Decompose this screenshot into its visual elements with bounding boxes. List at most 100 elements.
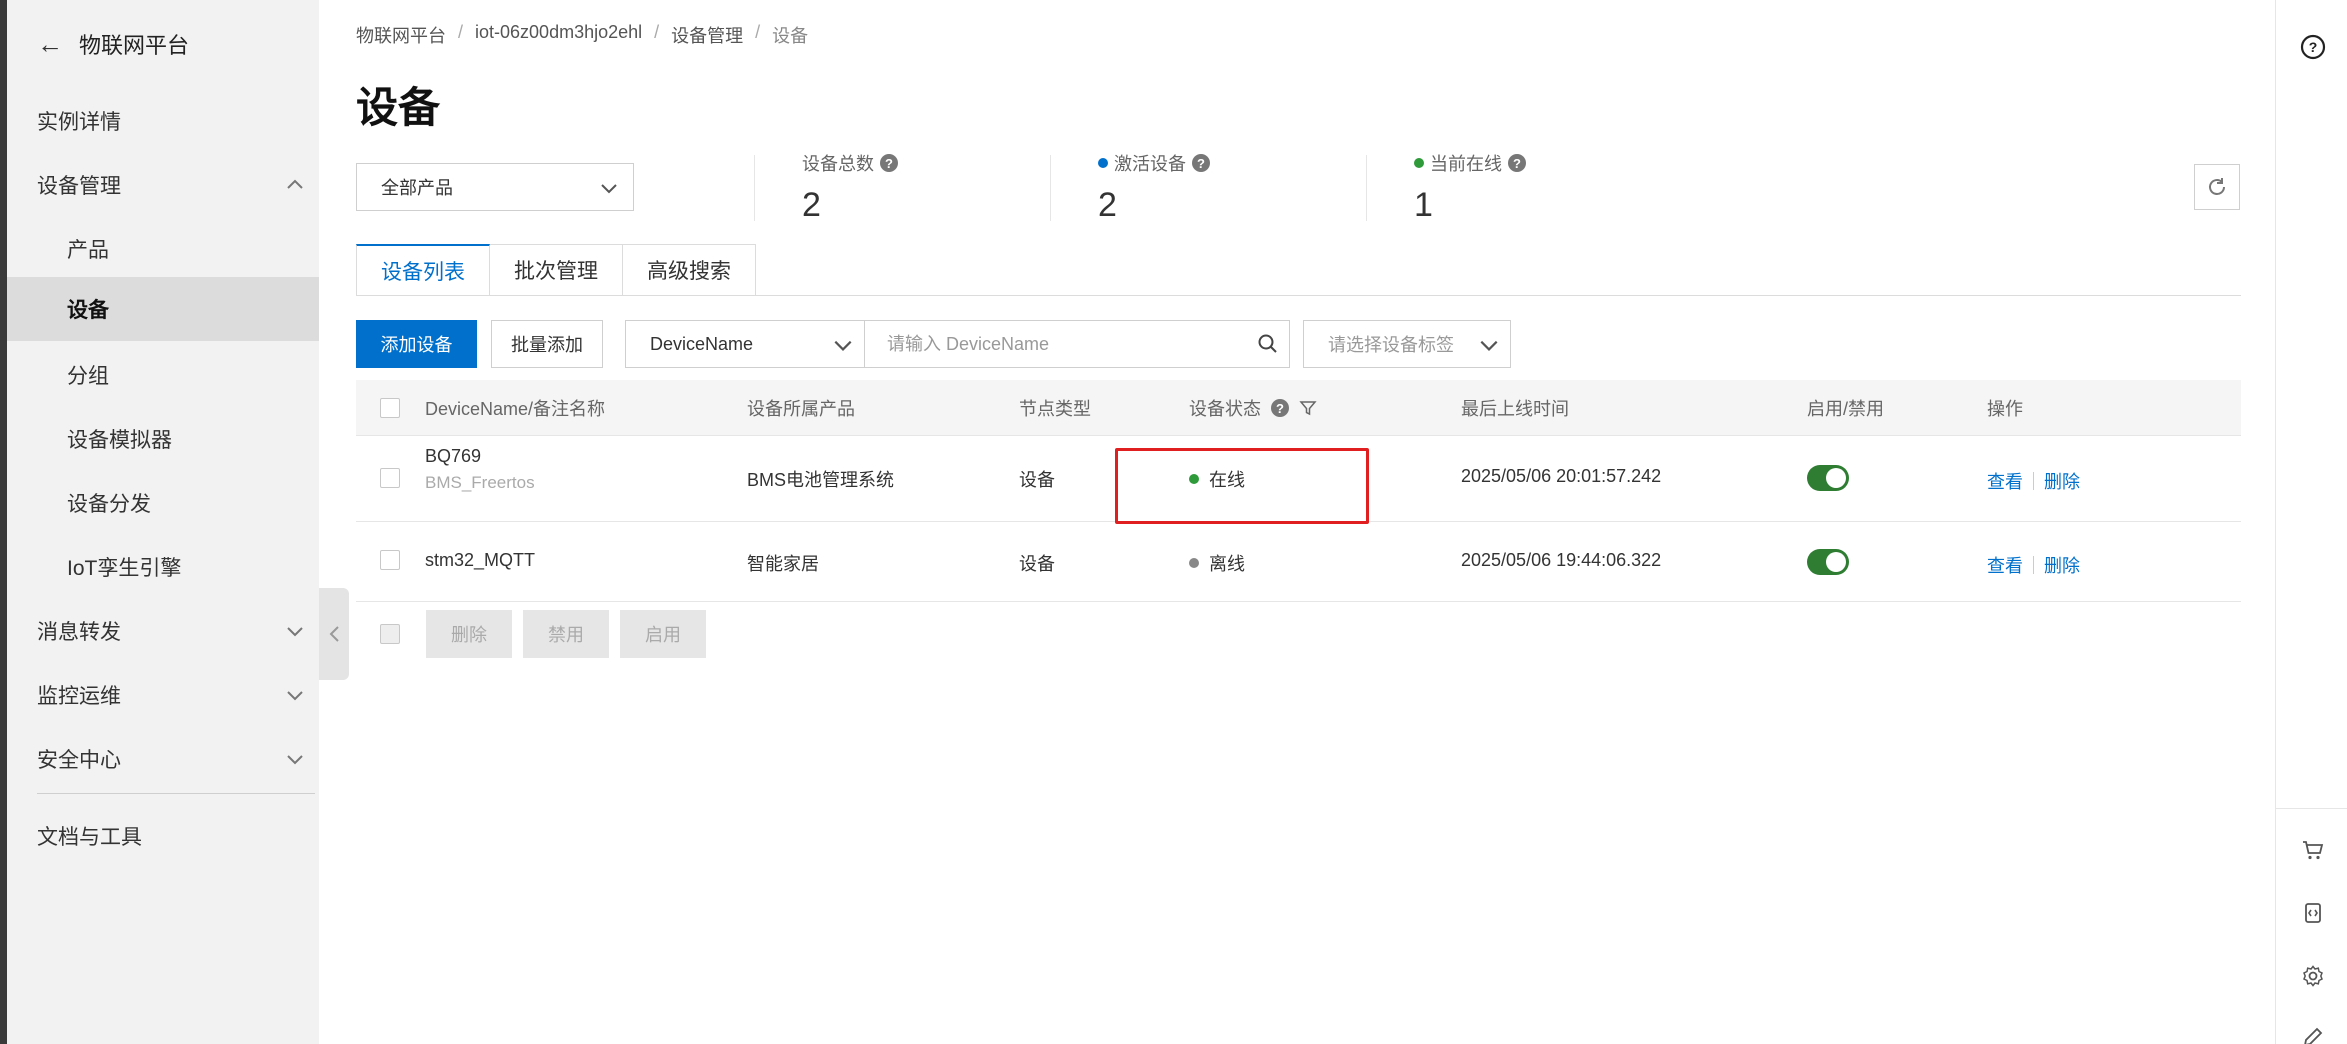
select-all-checkbox[interactable]: [380, 380, 400, 436]
arrow-left-icon[interactable]: ←: [37, 29, 63, 60]
row-actions: 查看 删除: [1987, 468, 2080, 494]
batch-add-button[interactable]: 批量添加: [491, 320, 603, 368]
breadcrumb-current: 设备: [772, 26, 809, 46]
help-icon[interactable]: ?: [1192, 154, 1210, 172]
chevron-up-icon[interactable]: [285, 175, 305, 195]
row-checkbox[interactable]: [380, 468, 400, 488]
breadcrumb-separator: /: [654, 22, 660, 42]
breadcrumb-separator: /: [458, 22, 464, 42]
search-field-select[interactable]: DeviceName: [625, 320, 865, 368]
last-online-time: 2025/05/06 19:44:06.322: [1461, 550, 1662, 570]
sidebar-item-device-distribution[interactable]: 设备分发: [7, 471, 319, 535]
breadcrumb-item[interactable]: iot-06z00dm3hjo2ehl: [475, 22, 642, 48]
bulk-select-checkbox[interactable]: [380, 624, 400, 644]
sidebar-item-products[interactable]: 产品: [7, 217, 319, 281]
device-tag-select[interactable]: 请选择设备标签: [1303, 320, 1511, 368]
help-icon[interactable]: ?: [1508, 154, 1526, 172]
sidebar-item-device-management[interactable]: 设备管理: [7, 153, 319, 217]
help-icon[interactable]: ?: [880, 154, 898, 172]
status-dot: [1414, 158, 1424, 168]
tab-bar: 设备列表 批次管理 高级搜索: [356, 244, 756, 296]
sidebar-header[interactable]: ← 物联网平台: [37, 26, 189, 62]
device-product: 智能家居: [747, 554, 819, 574]
tab-advanced-search[interactable]: 高级搜索: [623, 244, 756, 296]
chevron-down-icon[interactable]: [285, 685, 305, 705]
refresh-button[interactable]: [2194, 164, 2240, 210]
edit-icon[interactable]: [2298, 1022, 2328, 1044]
sidebar-item-docs-tools[interactable]: 文档与工具: [7, 804, 319, 868]
column-header: 设备所属产品: [747, 399, 855, 419]
device-name-cell: BQ769 BMS_Freertos: [425, 446, 535, 493]
sidebar-divider: [37, 793, 315, 794]
sidebar-item-devices[interactable]: 设备: [7, 277, 319, 341]
sidebar-item-instance-detail[interactable]: 实例详情: [7, 89, 319, 153]
help-icon[interactable]: ?: [1271, 399, 1289, 417]
enable-toggle[interactable]: [1807, 549, 1849, 575]
column-header: 节点类型: [1019, 399, 1091, 419]
breadcrumb-item[interactable]: 设备管理: [671, 22, 743, 48]
sidebar-collapse-handle[interactable]: [319, 588, 349, 680]
view-link[interactable]: 查看: [1987, 552, 2023, 578]
sidebar-item-message-forwarding[interactable]: 消息转发: [7, 599, 319, 663]
search-box: [864, 320, 1290, 368]
device-name[interactable]: BQ769: [425, 446, 481, 467]
chevron-down-icon: [834, 340, 852, 351]
gear-icon[interactable]: [2298, 961, 2328, 991]
column-header-status: 设备状态 ?: [1189, 380, 1317, 436]
filter-icon[interactable]: [1299, 399, 1317, 417]
bulk-actions-bar: 删除 禁用 启用: [356, 610, 1256, 660]
cart-icon[interactable]: [2298, 835, 2328, 865]
sidebar-item-iot-twin-engine[interactable]: IoT孪生引擎: [7, 535, 319, 599]
search-icon[interactable]: [1257, 333, 1279, 355]
sidebar-item-device-simulator[interactable]: 设备模拟器: [7, 407, 319, 471]
tab-underline: [356, 295, 2241, 296]
bulk-enable-button[interactable]: 启用: [620, 610, 706, 658]
last-online-time: 2025/05/06 20:01:57.242: [1461, 466, 1662, 486]
add-device-button[interactable]: 添加设备: [356, 320, 477, 368]
device-status: 离线: [1189, 550, 1245, 576]
product-select[interactable]: 全部产品: [356, 163, 634, 211]
column-header: DeviceName/备注名称: [425, 399, 606, 419]
delete-link[interactable]: 删除: [2044, 468, 2080, 494]
sidebar: ← 物联网平台 实例详情 设备管理 产品 设备 分组 设备模拟器 设备分发 Io…: [7, 0, 319, 1044]
stat-activated-devices: 激活设备? 2: [1098, 150, 1210, 225]
bulk-delete-button[interactable]: 删除: [426, 610, 512, 658]
node-type: 设备: [1019, 554, 1055, 574]
device-name[interactable]: stm32_MQTT: [425, 550, 535, 571]
row-actions: 查看 删除: [1987, 552, 2080, 578]
chevron-down-icon[interactable]: [285, 749, 305, 769]
page-title: 设备: [356, 84, 441, 131]
stat-divider: [754, 155, 755, 221]
status-dot: [1098, 158, 1108, 168]
stat-label: 激活设备: [1114, 154, 1186, 174]
stat-label: 当前在线: [1430, 154, 1502, 174]
svg-text:?: ?: [2309, 39, 2318, 55]
sidebar-item-security-center[interactable]: 安全中心: [7, 727, 319, 791]
row-checkbox[interactable]: [380, 550, 400, 570]
device-note: BMS_Freertos: [425, 473, 535, 492]
stat-divider: [1050, 155, 1051, 221]
sidebar-item-groups[interactable]: 分组: [7, 343, 319, 407]
stat-value: 2: [1098, 186, 1117, 224]
search-input[interactable]: [865, 321, 1225, 367]
sidebar-item-monitoring-ops[interactable]: 监控运维: [7, 663, 319, 727]
stat-label: 设备总数: [802, 154, 874, 174]
chevron-down-icon: [601, 184, 617, 194]
tab-device-list[interactable]: 设备列表: [356, 244, 490, 296]
delete-link[interactable]: 删除: [2044, 552, 2080, 578]
stat-value: 2: [802, 186, 821, 224]
chevron-down-icon[interactable]: [285, 621, 305, 641]
column-header: 启用/禁用: [1807, 399, 1885, 419]
view-link[interactable]: 查看: [1987, 468, 2023, 494]
breadcrumb-item[interactable]: 物联网平台: [356, 22, 446, 48]
right-toolbar: ?: [2275, 0, 2347, 1044]
bulk-disable-button[interactable]: 禁用: [523, 610, 609, 658]
tab-batch-management[interactable]: 批次管理: [490, 244, 623, 296]
offline-dot: [1189, 558, 1199, 568]
stat-total-devices: 设备总数? 2: [802, 150, 898, 225]
action-separator: [2033, 472, 2034, 490]
enable-toggle[interactable]: [1807, 465, 1849, 491]
document-code-icon[interactable]: [2298, 898, 2328, 928]
help-circle-icon[interactable]: ?: [2298, 32, 2328, 62]
annotation-highlight-box: [1115, 448, 1369, 524]
